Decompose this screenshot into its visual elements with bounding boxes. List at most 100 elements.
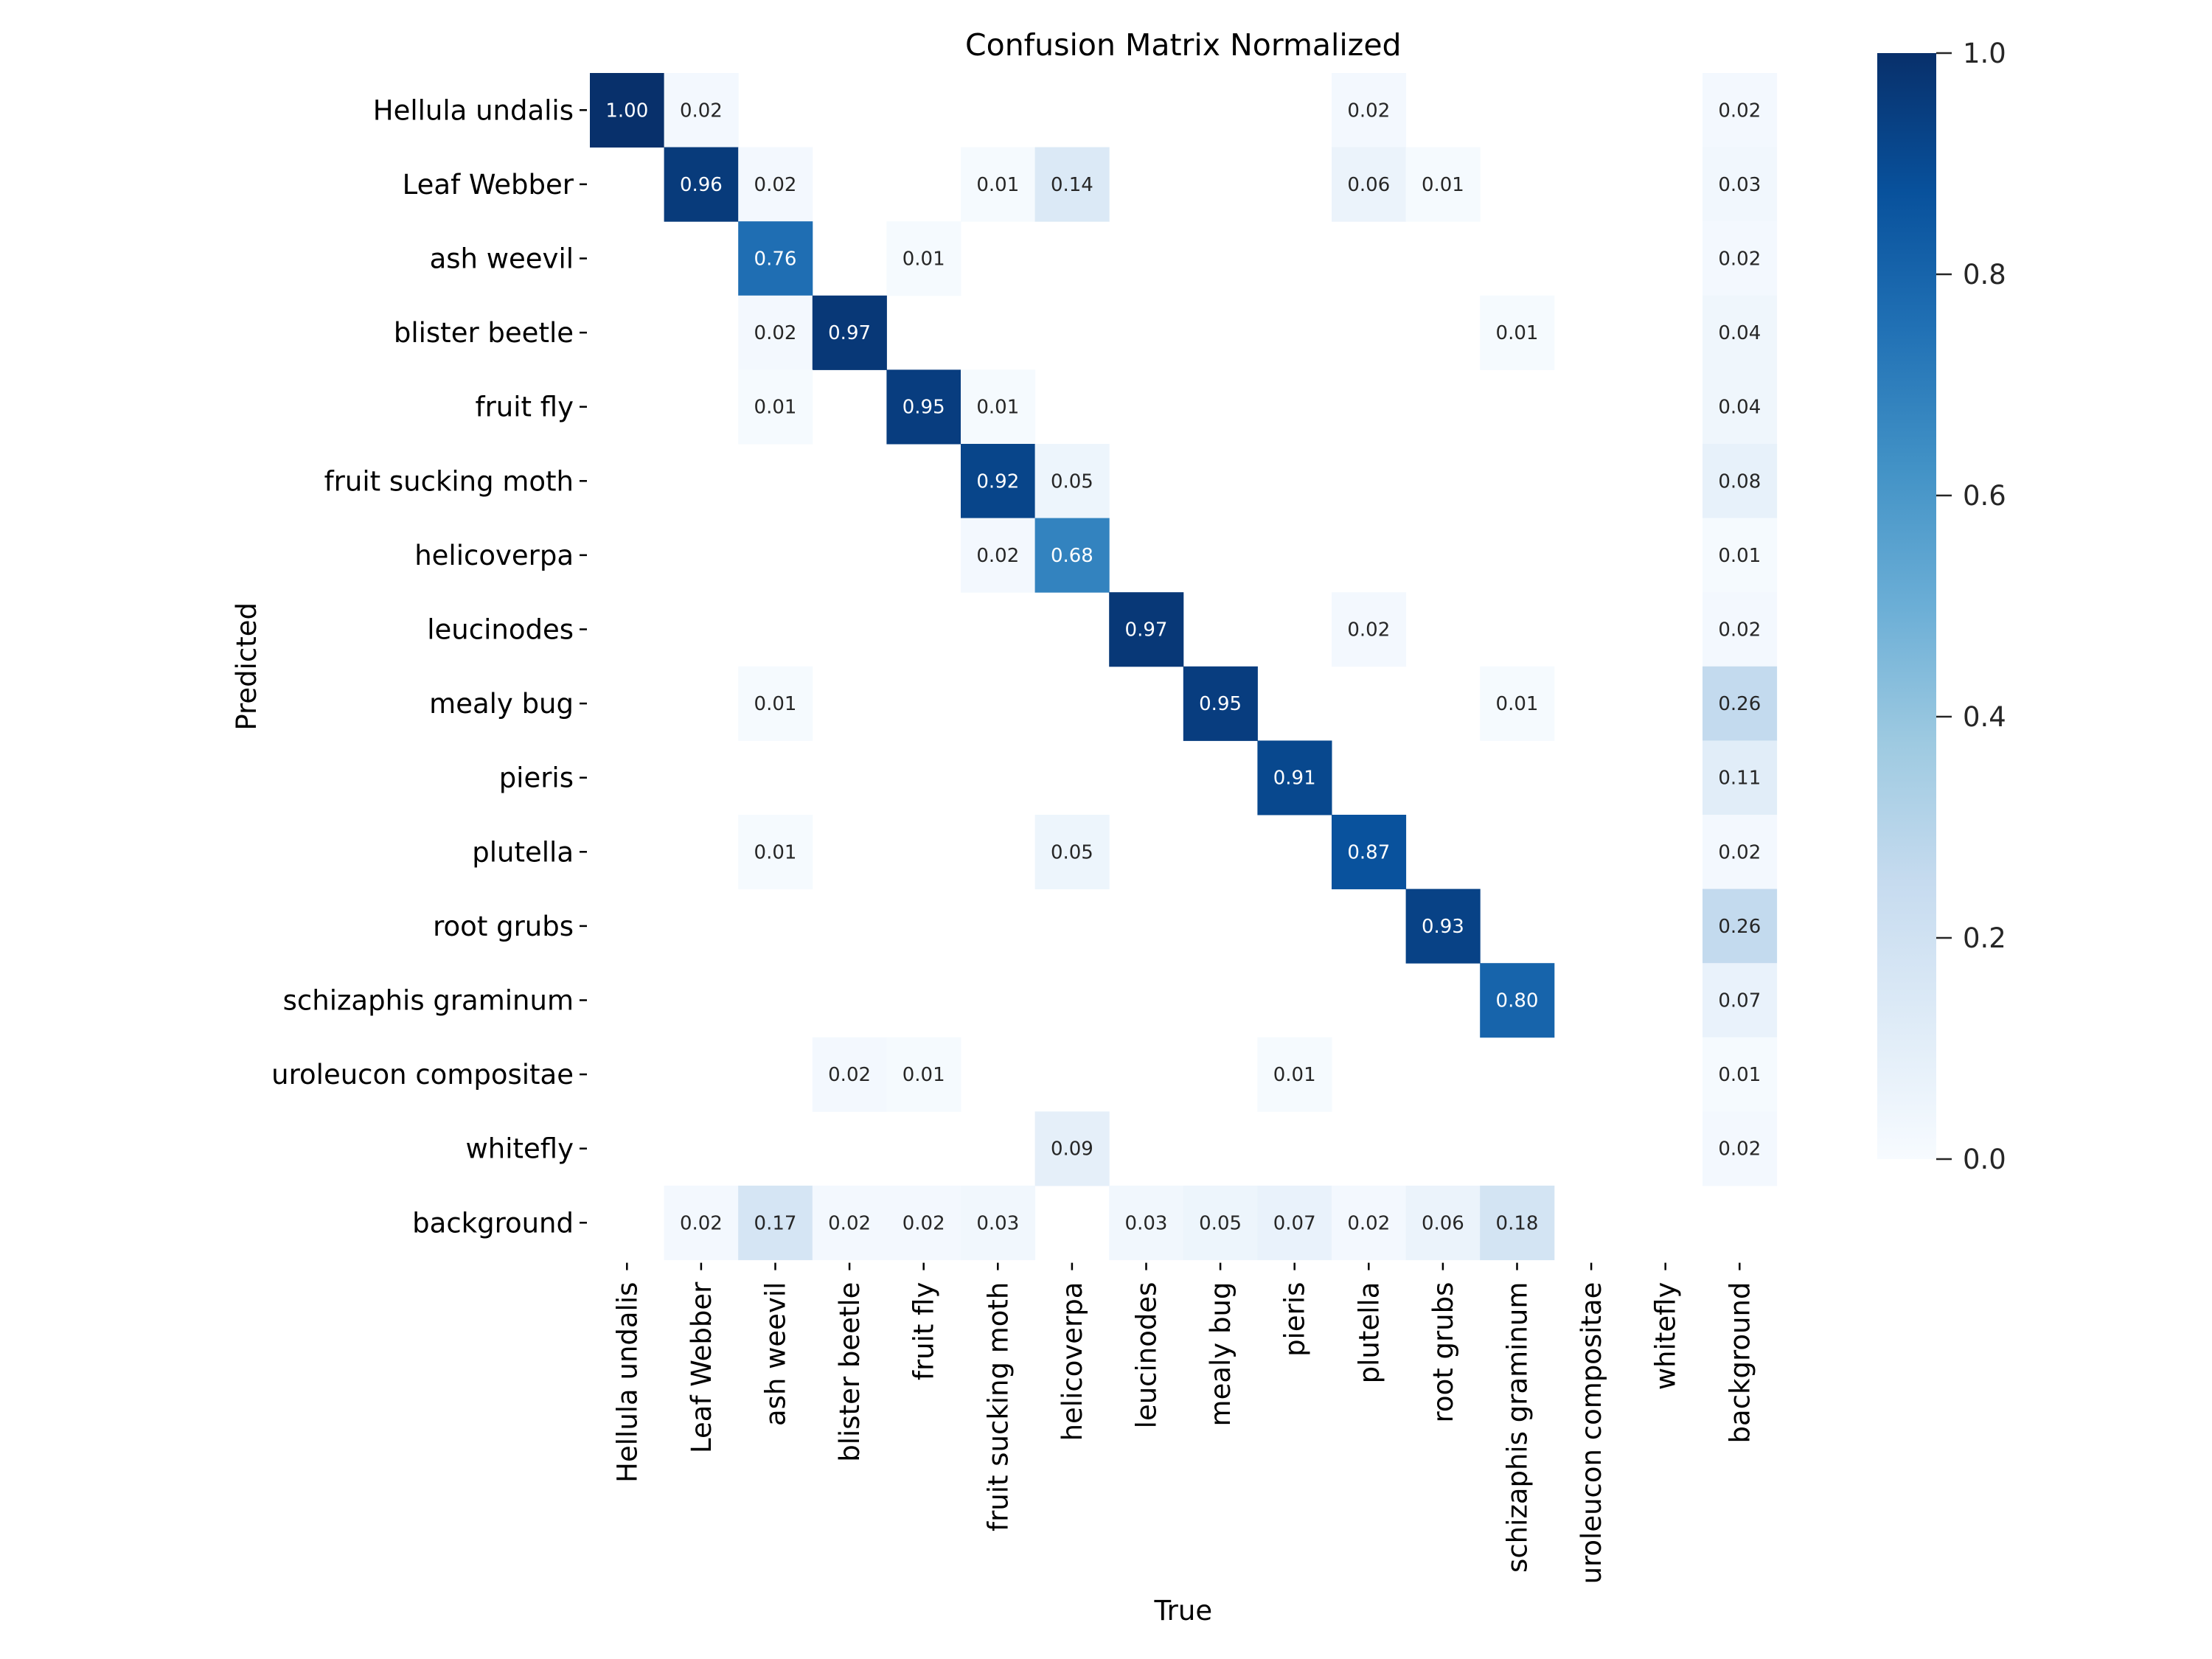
- cell-value-label: 0.08: [1718, 470, 1761, 493]
- cell-value-label: 0.07: [1718, 990, 1761, 1012]
- cell-value-label: 0.04: [1718, 322, 1761, 344]
- colorbar-tick-label: 0.0: [1963, 1144, 2006, 1175]
- colorbar-tick-label: 0.4: [1963, 701, 2006, 733]
- cell-value-label: 0.80: [1496, 990, 1539, 1012]
- cell-value-label: 0.18: [1496, 1212, 1539, 1234]
- cell-value-label: 0.01: [1496, 322, 1539, 344]
- x-tick-label: root grubs: [1427, 1282, 1459, 1423]
- cell-value-label: 0.05: [1051, 841, 1093, 863]
- y-axis-ticks: Hellula undalis Leaf Webber ash weevil blis…: [271, 94, 587, 1239]
- cell-value-label: 0.14: [1051, 174, 1093, 196]
- x-tick-label: blister beetle: [834, 1282, 866, 1462]
- x-tick-label: schizaphis graminum: [1502, 1282, 1534, 1573]
- y-tick-label: schizaphis graminum: [283, 985, 574, 1017]
- cell-value-label: 0.68: [1051, 545, 1093, 567]
- x-tick-label: fruit sucking moth: [982, 1282, 1014, 1531]
- y-tick-label: uroleucon compositae: [271, 1059, 574, 1091]
- x-tick-label: Hellula undalis: [611, 1282, 643, 1483]
- cell-value-label: 0.97: [1125, 619, 1168, 641]
- cell-value-label: 0.01: [1718, 545, 1761, 567]
- cell-value-label: 0.01: [754, 693, 797, 715]
- y-tick-label: leucinodes: [427, 614, 574, 646]
- cell-value-label: 0.87: [1347, 841, 1390, 863]
- cell-value-label: 0.01: [976, 397, 1019, 419]
- y-tick-label: whitefly: [466, 1133, 574, 1165]
- cell-value-label: 0.93: [1422, 916, 1464, 938]
- x-tick-label: whitefly: [1650, 1282, 1682, 1390]
- y-tick-label: blister beetle: [394, 317, 574, 349]
- cell-value-label: 0.04: [1718, 397, 1761, 419]
- cell-value-label: 0.95: [902, 397, 945, 419]
- cell-value-label: 0.02: [754, 322, 797, 344]
- chart-title: Confusion Matrix Normalized: [965, 27, 1402, 63]
- cell-value-label: 0.01: [1422, 174, 1464, 196]
- cell-value-label: 0.02: [1718, 248, 1761, 271]
- cell-value-label: 0.02: [902, 1212, 945, 1234]
- x-axis-title: True: [1154, 1595, 1213, 1627]
- cell-value-label: 0.95: [1199, 693, 1242, 715]
- cell-value-label: 0.07: [1273, 1212, 1316, 1234]
- cell-value-label: 0.02: [1347, 1212, 1390, 1234]
- cell-value-label: 0.02: [1718, 841, 1761, 863]
- cell-value-label: 0.02: [680, 1212, 723, 1234]
- x-tick-label: Leaf Webber: [686, 1281, 717, 1453]
- cell-value-label: 0.96: [680, 174, 723, 196]
- cell-value-label: 0.02: [976, 545, 1019, 567]
- cell-value-label: 0.26: [1718, 916, 1761, 938]
- y-tick-label: pieris: [499, 762, 574, 794]
- cell-value-label: 0.76: [754, 248, 797, 271]
- x-tick-label: uroleucon compositae: [1576, 1282, 1607, 1585]
- cell-value-label: 0.01: [754, 397, 797, 419]
- cell-value-label: 0.05: [1051, 470, 1093, 493]
- cell-value-label: 0.17: [754, 1212, 797, 1234]
- x-tick-label: background: [1724, 1282, 1756, 1444]
- y-tick-label: helicoverpa: [414, 540, 574, 571]
- y-tick-label: mealy bug: [429, 688, 574, 720]
- x-tick-label: plutella: [1353, 1282, 1385, 1384]
- cell-value-label: 0.02: [828, 1212, 871, 1234]
- cell-value-label: 0.26: [1718, 693, 1761, 715]
- x-tick-label: ash weevil: [760, 1282, 792, 1426]
- x-tick-label: helicoverpa: [1057, 1282, 1088, 1441]
- colorbar-tick-label: 1.0: [1963, 38, 2006, 69]
- colorbar-tick-label: 0.6: [1963, 480, 2006, 512]
- colorbar-tick-label: 0.8: [1963, 259, 2006, 291]
- cell-value-label: 0.02: [828, 1064, 871, 1086]
- cell-value-label: 0.02: [1347, 619, 1390, 641]
- cell-value-label: 0.01: [902, 1064, 945, 1086]
- x-tick-label: pieris: [1279, 1282, 1311, 1357]
- cell-value-label: 0.01: [754, 841, 797, 863]
- confusion-matrix-chart: Confusion Matrix Normalized 1.00 0.02 0.02…: [231, 27, 2006, 1627]
- cell-value-label: 0.01: [1718, 1064, 1761, 1086]
- cell-value-label: 0.03: [1125, 1212, 1168, 1234]
- cell-value-label: 0.01: [902, 248, 945, 271]
- cell-value-label: 0.06: [1422, 1212, 1464, 1234]
- cell-value-label: 0.02: [1347, 100, 1390, 122]
- y-tick-label: plutella: [472, 836, 574, 868]
- y-tick-label: ash weevil: [430, 243, 574, 275]
- y-axis-title: Predicted: [231, 602, 262, 731]
- cell-value-label: 0.03: [976, 1212, 1019, 1234]
- colorbar: 0.0 0.2 0.4 0.6 0.8 1.0: [1877, 38, 2006, 1175]
- cell-value-label: 0.91: [1273, 768, 1316, 790]
- colorbar-tick-label: 0.2: [1963, 922, 2006, 954]
- y-tick-label: Hellula undalis: [373, 94, 574, 126]
- cell-value-label: 0.01: [1273, 1064, 1316, 1086]
- cell-value-label: 0.01: [976, 174, 1019, 196]
- cell-value-label: 0.02: [680, 100, 723, 122]
- x-tick-label: fruit fly: [908, 1282, 940, 1380]
- y-tick-label: background: [412, 1207, 574, 1239]
- cell-value-label: 0.02: [754, 174, 797, 196]
- cell-value-label: 0.02: [1718, 100, 1761, 122]
- y-tick-label: Leaf Webber: [403, 169, 574, 201]
- cell-value-label: 0.02: [1718, 619, 1761, 641]
- cell-value-label: 0.02: [1718, 1138, 1761, 1161]
- heatmap-cells: 1.00 0.02 0.02 0.02 0.96 0.02 0.01 0.14 0.06 0.01…: [590, 73, 1778, 1261]
- x-tick-label: mealy bug: [1205, 1282, 1237, 1427]
- cell-value-label: 0.05: [1199, 1212, 1242, 1234]
- cell-value-label: 0.06: [1347, 174, 1390, 196]
- colorbar-gradient: [1877, 53, 1936, 1159]
- cell-value-label: 1.00: [605, 100, 648, 122]
- cell-value-label: 0.97: [828, 322, 871, 344]
- cell-value-label: 0.92: [976, 470, 1019, 493]
